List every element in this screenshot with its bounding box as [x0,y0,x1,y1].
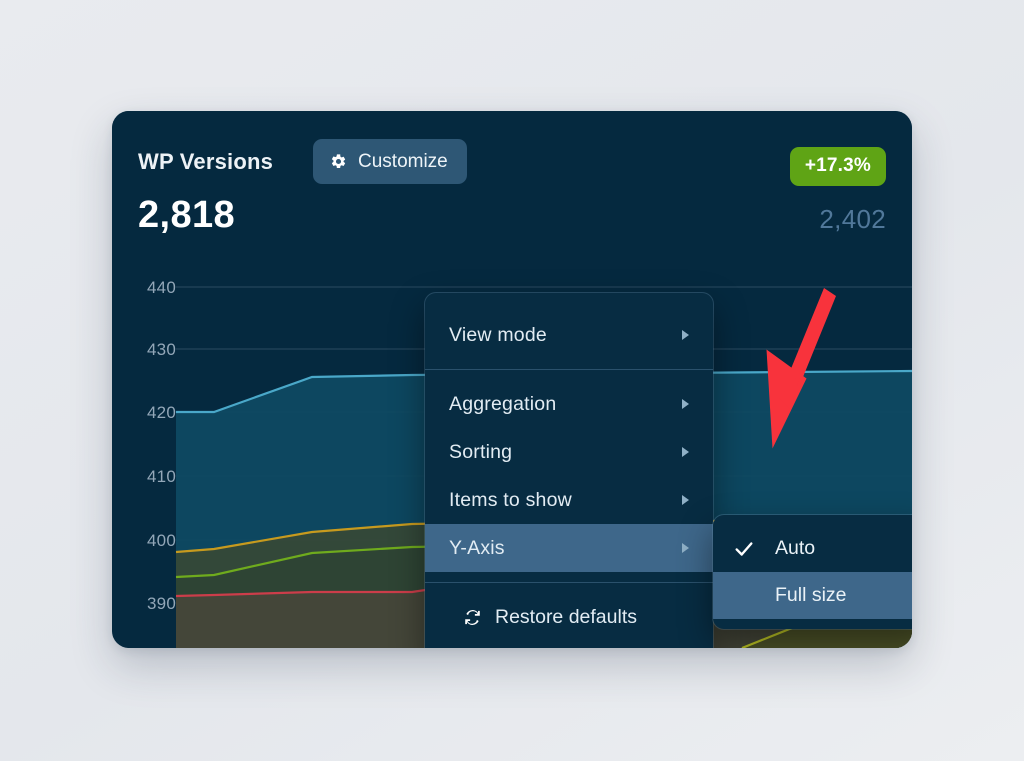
customize-menu: View mode Aggregation Sorting Items to s… [425,293,713,648]
submenu-option-auto[interactable]: Auto [713,525,912,572]
menu-spacer [425,583,713,593]
menu-item-aggregation[interactable]: Aggregation [425,380,713,428]
delta-badge: +17.3% [789,147,886,186]
submenu-bottom-padding [713,619,912,629]
y-tick-label: 420 [147,403,176,422]
gear-icon [330,153,347,170]
chevron-right-icon [682,543,689,553]
customize-button-label: Customize [358,150,448,172]
menu-item-y-axis[interactable]: Y-Axis [425,524,713,572]
y-axis-submenu: Auto Full size [713,515,912,629]
menu-item-label: Sorting [449,440,513,463]
menu-item-items-to-show[interactable]: Items to show [425,476,713,524]
submenu-option-full-size[interactable]: Full size [713,572,912,619]
menu-spacer [425,572,713,582]
menu-spacer [425,359,713,369]
menu-item-sorting[interactable]: Sorting [425,428,713,476]
submenu-option-label: Auto [775,537,816,559]
y-tick-label: 390 [147,594,176,613]
menu-item-label: Aggregation [449,392,557,415]
screen: 440 430 420 410 400 390 WP Versions 2,81… [0,0,1024,761]
customize-button[interactable]: Customize [313,139,467,184]
chevron-right-icon [682,447,689,457]
chevron-right-icon [682,330,689,340]
refresh-icon [463,608,482,627]
submenu-top-padding [713,515,912,525]
y-tick-label: 400 [147,531,176,550]
check-icon [713,538,775,560]
menu-item-view-mode[interactable]: View mode [425,311,713,359]
menu-item-label: Items to show [449,488,572,511]
y-tick-label: 440 [147,278,176,297]
y-tick-label: 410 [147,467,176,486]
menu-top-padding [425,293,713,311]
restore-defaults-label: Restore defaults [495,605,637,628]
menu-spacer [425,370,713,380]
y-axis-ticks: 440 430 420 410 400 390 [112,111,176,648]
menu-item-label: View mode [449,323,547,346]
metric-card: 440 430 420 410 400 390 WP Versions 2,81… [112,111,912,648]
chevron-right-icon [682,399,689,409]
restore-defaults-button[interactable]: Restore defaults [425,593,713,641]
chevron-right-icon [682,495,689,505]
y-tick-label: 430 [147,340,176,359]
menu-bottom-padding [425,641,713,648]
menu-item-label: Y-Axis [449,536,505,559]
submenu-option-label: Full size [775,584,847,606]
